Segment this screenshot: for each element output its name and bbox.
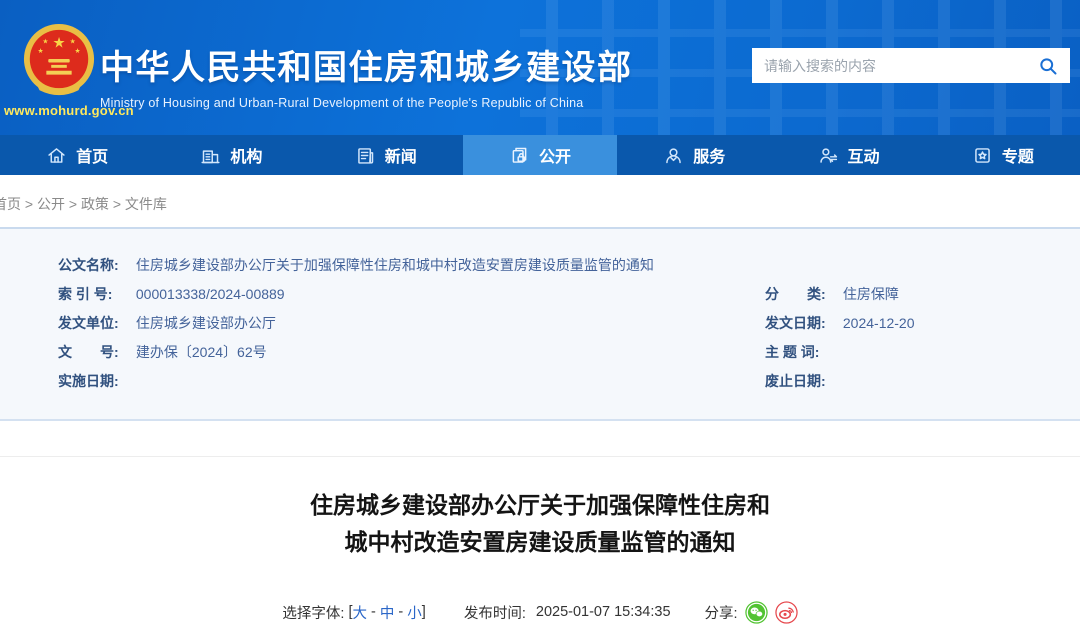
document-meta-panel: 公文名称: 住房城乡建设部办公厅关于加强保障性住房和城中村改造安置房建设质量监管… [0,229,1080,421]
bracket-open: [ [344,604,353,620]
category-value: 住房保障 [842,285,899,302]
svg-text:★: ★ [37,48,43,55]
nav-label: 服务 [693,149,726,166]
nav-item-services[interactable]: 服务 [617,135,771,175]
breadcrumb-disclosure[interactable]: 公开 [37,196,65,212]
article-title-line1: 住房城乡建设部办公厅关于加强保障性住房和 [310,492,770,518]
breadcrumb-separator: > [108,196,125,212]
issuing-unit-value: 住房城乡建设部办公厅 [135,314,276,331]
main-nav: 首页 机构 新闻 公开 服务 互动 专题 [0,135,1080,175]
site-header: ★ ★ ★ ★ ★ www.mohurd.gov.cn 中华人民共和国住房和城乡… [0,0,1080,135]
wechat-share-icon[interactable] [744,600,768,624]
search-input[interactable] [764,57,1038,74]
breadcrumb-separator: > [64,196,81,212]
nav-item-interaction[interactable]: 互动 [771,135,925,175]
services-icon [666,147,682,163]
dash: - [394,604,408,620]
dash: - [367,604,380,620]
svg-text:★: ★ [70,38,76,45]
organization-icon [201,149,220,163]
news-icon [357,147,373,164]
breadcrumb-library[interactable]: 文件库 [125,196,167,212]
doc-name-label: 公文名称: [58,256,119,273]
nav-item-topics[interactable]: 专题 [926,135,1080,175]
issuing-unit-label: 发文单位: [58,314,119,331]
category-label: 分 类: [765,285,826,302]
header-titles: 中华人民共和国住房和城乡建设部 Ministry of Housing and … [100,40,633,110]
nav-label: 新闻 [384,149,417,166]
article-title: 住房城乡建设部办公厅关于加强保障性住房和 城中村改造安置房建设质量监管的通知 [0,487,1080,561]
nav-item-news[interactable]: 新闻 [309,135,463,175]
bracket-close: ] [421,604,430,620]
nav-item-disclosure[interactable]: 公开 [462,135,618,175]
font-size-selector: 选择字体: [大 - 中 - 小] [282,602,429,623]
publish-time-group: 发布时间: 2025-01-07 15:34:35 [464,602,671,623]
topics-icon [975,147,990,163]
interaction-icon [819,147,837,163]
breadcrumb: 首页 > 公开 > 政策 > 文件库 [0,194,167,214]
svg-text:★: ★ [42,38,48,45]
nav-label: 公开 [538,149,571,166]
svg-text:★: ★ [52,35,65,51]
article-meta-bar: 选择字体: [大 - 中 - 小] 发布时间: 2025-01-07 15:34… [0,599,1080,625]
breadcrumb-bar: 首页 > 公开 > 政策 > 文件库 [0,175,1080,229]
index-number-label: 索 引 号: [58,285,113,302]
svg-text:★: ★ [74,48,80,55]
nav-item-organization[interactable]: 机构 [154,135,308,175]
keywords-label: 主 题 词: [765,343,820,360]
font-size-small-button[interactable]: 小 [407,602,422,623]
font-select-label: 选择字体: [282,605,345,622]
site-title-english: Ministry of Housing and Urban-Rural Deve… [100,96,584,110]
nav-label: 互动 [847,149,880,166]
nav-label: 机构 [230,149,263,166]
share-label: 分享: [704,605,738,622]
national-emblem-logo: ★ ★ ★ ★ ★ [23,24,95,96]
meta-row-name: 公文名称: 住房城乡建设部办公厅关于加强保障性住房和城中村改造安置房建设质量监管… [0,250,1080,279]
page: ★ ★ ★ ★ ★ www.mohurd.gov.cn 中华人民共和国住房和城乡… [0,0,1080,636]
nav-label: 专题 [1001,149,1034,166]
font-size-large-button[interactable]: 大 [353,602,368,623]
nav-label: 首页 [76,149,109,166]
doc-number-value: 建办保〔2024〕62号 [135,343,267,360]
meta-row-index-category: 索 引 号: 000013338/2024-00889 分 类: 住房保障 [0,279,1080,308]
breadcrumb-policy[interactable]: 政策 [81,196,109,212]
breadcrumb-separator: > [21,196,37,212]
repeal-date-label: 废止日期: [765,372,826,389]
meta-row-docno-keywords: 文 号: 建办保〔2024〕62号 主 题 词: [0,337,1080,366]
breadcrumb-home[interactable]: 首页 [0,196,21,212]
doc-name-value: 住房城乡建设部办公厅关于加强保障性住房和城中村改造安置房建设质量监管的通知 [135,256,654,273]
home-icon [48,147,65,163]
article-title-line2: 城中村改造安置房建设质量监管的通知 [344,529,736,555]
disclosure-icon [512,147,527,163]
share-group: 分享: [704,600,798,624]
site-title-chinese: 中华人民共和国住房和城乡建设部 [100,49,633,87]
publish-time-label: 发布时间: [463,605,526,622]
nav-item-home[interactable]: 首页 [0,135,154,175]
search-icon[interactable] [1038,56,1058,76]
implementation-date-label: 实施日期: [58,372,119,389]
issue-date-value: 2024-12-20 [842,314,915,331]
weibo-share-icon[interactable] [774,600,798,624]
search-box [752,48,1070,83]
meta-row-issuer-date: 发文单位: 住房城乡建设部办公厅 发文日期: 2024-12-20 [0,308,1080,337]
doc-number-label: 文 号: [58,343,119,360]
index-number-value: 000013338/2024-00889 [135,285,285,302]
publish-time-value: 2025-01-07 15:34:35 [535,604,671,620]
font-size-medium-button[interactable]: 中 [380,602,395,623]
issue-date-label: 发文日期: [765,314,826,331]
meta-row-impl-repeal: 实施日期: 废止日期: [0,366,1080,395]
section-divider [0,456,1080,457]
